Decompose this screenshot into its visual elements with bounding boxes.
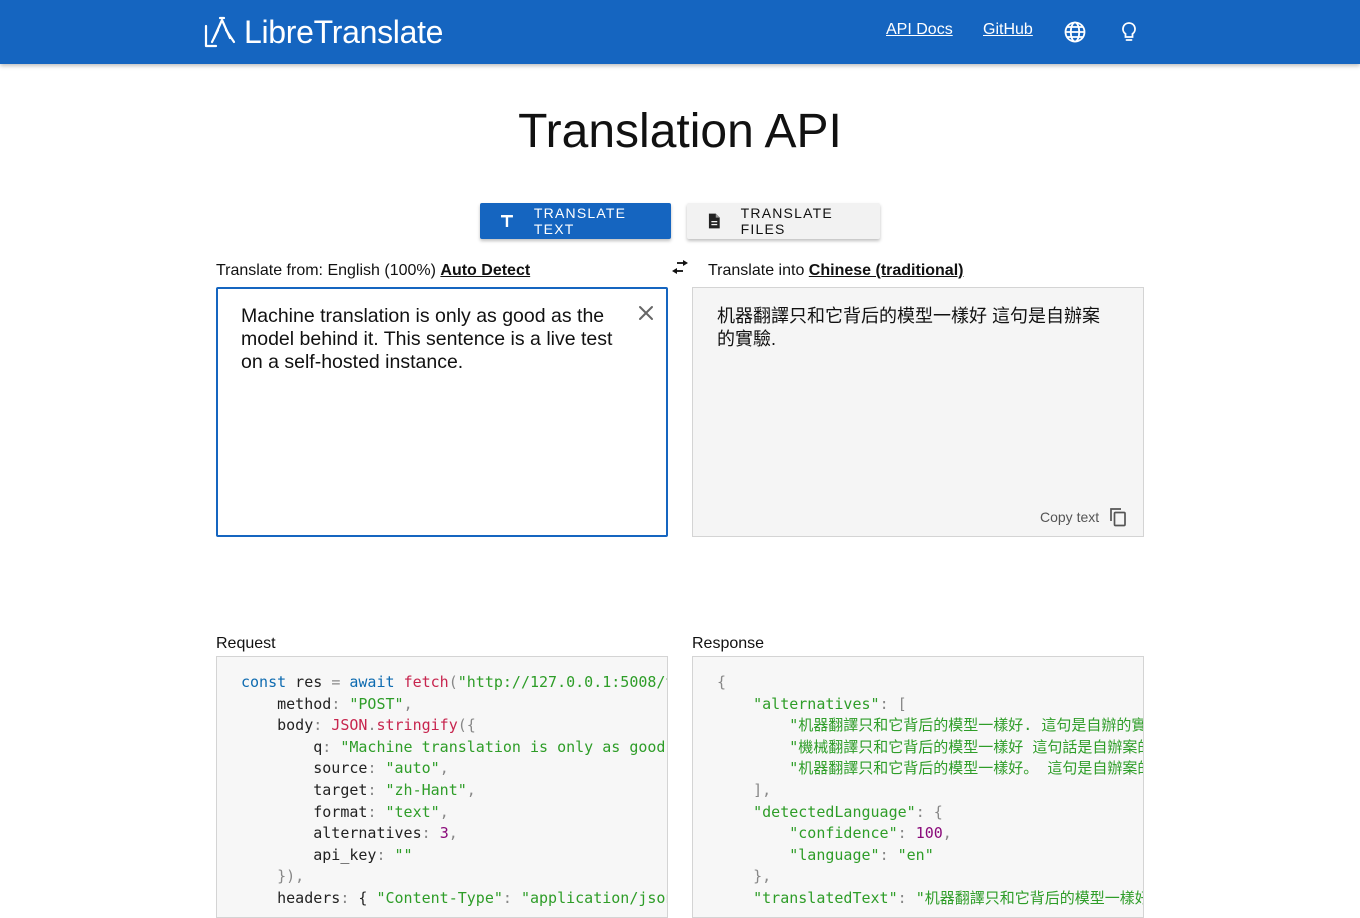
- lightbulb-icon[interactable]: [1117, 20, 1141, 44]
- request-code-line: q: "Machine translation is only as good …: [241, 737, 666, 756]
- libretranslate-logo-icon: [204, 16, 236, 48]
- close-icon[interactable]: [636, 303, 656, 323]
- request-code-line: method: "POST",: [241, 694, 413, 713]
- translated-text: 机器翻譯只和它背后的模型一樣好 這句是自辦案的實驗.: [717, 306, 1100, 349]
- response-code-line: },: [717, 867, 772, 886]
- source-language-prefix: Translate from: English (100%): [216, 262, 436, 279]
- copy-text-label: Copy text: [1040, 509, 1100, 525]
- response-code-line: "机器翻譯只和它背后的模型一樣好. 這句是自辦的實驗",: [789, 716, 1144, 735]
- response-code-line: "alternatives": [: [753, 694, 907, 713]
- translate-text-button[interactable]: TRANSLATE TEXT: [480, 203, 671, 239]
- brand-logo-link[interactable]: LibreTranslate: [202, 10, 443, 54]
- response-code-line: "confidence": 100,: [789, 824, 952, 843]
- translate-text-label: TRANSLATE TEXT: [533, 205, 627, 237]
- target-language-select[interactable]: Chinese (traditional): [809, 262, 964, 279]
- source-textarea[interactable]: Machine translation is only as good as t…: [216, 287, 668, 537]
- copy-text-button[interactable]: Copy text: [1040, 506, 1129, 528]
- brand-name: LibreTranslate: [244, 13, 444, 50]
- request-code-line: body: JSON.stringify({: [241, 716, 476, 735]
- request-code-line: }),: [241, 867, 305, 886]
- page-title: Translation API: [518, 105, 842, 158]
- request-code-line: target: "zh-Hant",: [241, 780, 476, 799]
- request-code-line: format: "text",: [241, 802, 449, 821]
- request-code-line: alternatives: 3,: [241, 824, 458, 843]
- source-language-select[interactable]: Auto Detect: [440, 262, 530, 279]
- request-code: const res = await fetch("http://127.0.0.…: [241, 672, 668, 910]
- translate-files-button[interactable]: TRANSLATE FILES: [687, 203, 880, 239]
- response-label: Response: [692, 635, 765, 652]
- source-text[interactable]: Machine translation is only as good as t…: [241, 305, 631, 374]
- request-code-line: headers: { "Content-Type": "application/…: [241, 888, 668, 907]
- target-language-prefix: Translate into: [708, 262, 805, 279]
- target-language-label: Translate into Chinese (traditional): [708, 262, 963, 280]
- response-code-line: "translatedText": "机器翻譯只和它背后的模型一樣好": [753, 888, 1144, 907]
- swap-languages-icon[interactable]: [669, 258, 691, 276]
- response-code-line: "language": "en": [789, 845, 934, 864]
- source-language-label: Translate from: English (100%) Auto Dete…: [216, 262, 530, 280]
- github-link[interactable]: GitHub: [983, 21, 1033, 39]
- request-code-line: source: "auto",: [241, 759, 449, 778]
- translate-files-label: TRANSLATE FILES: [740, 205, 833, 237]
- api-docs-link[interactable]: API Docs: [886, 21, 953, 39]
- request-code-line: const res = await fetch("http://127.0.0.…: [241, 673, 668, 691]
- response-code: { "alternatives": [ "机器翻譯只和它背后的模型一樣好. 這句…: [717, 672, 1144, 910]
- response-code-line: "detectedLanguage": {: [753, 802, 943, 821]
- globe-icon[interactable]: [1063, 20, 1087, 44]
- top-navbar: LibreTranslate API Docs GitHub: [0, 0, 1360, 64]
- request-code-block[interactable]: const res = await fetch("http://127.0.0.…: [216, 656, 668, 918]
- response-code-line: "机器翻譯只和它背后的模型一樣好。 這句是自辦案的實驗": [789, 759, 1143, 778]
- response-code-line: {: [717, 673, 727, 691]
- document-icon: [708, 213, 720, 229]
- translated-textarea[interactable]: 机器翻譯只和它背后的模型一樣好 這句是自辦案的實驗. Copy text: [692, 287, 1144, 537]
- request-code-line: api_key: "": [241, 845, 413, 864]
- response-code-line: "機械翻譯只和它背后的模型一樣好 這句話是自辦案的實驗",: [789, 737, 1143, 756]
- copy-icon: [1110, 508, 1126, 527]
- response-code-line: ],: [717, 780, 772, 799]
- request-label: Request: [216, 635, 276, 652]
- response-code-block[interactable]: { "alternatives": [ "机器翻譯只和它背后的模型一樣好. 這句…: [692, 656, 1144, 918]
- text-format-icon: [500, 215, 513, 227]
